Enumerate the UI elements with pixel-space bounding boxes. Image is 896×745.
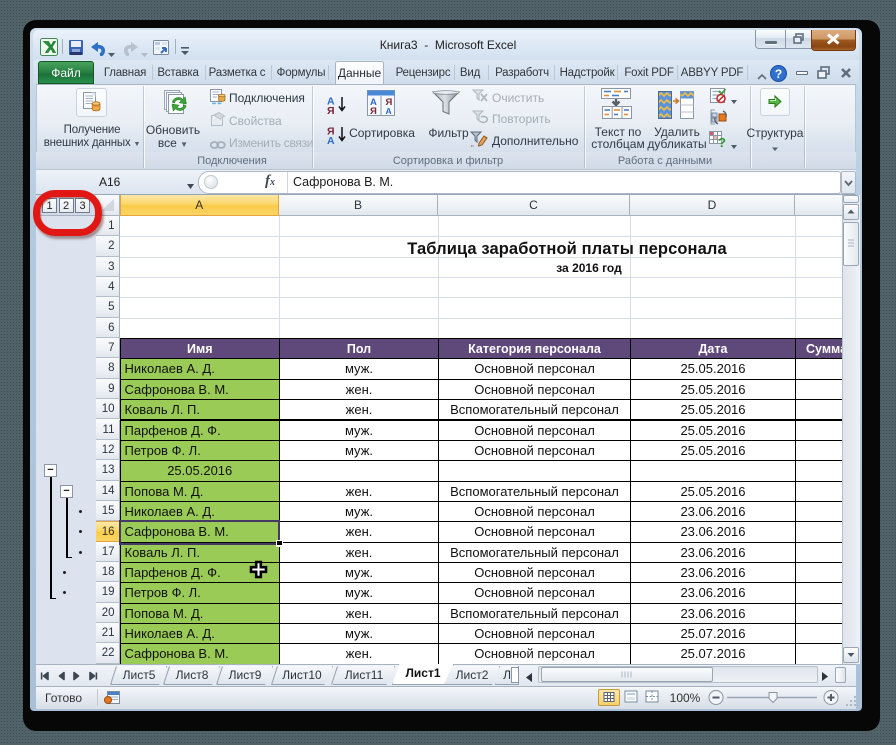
svg-text:?: ? <box>775 67 782 81</box>
svg-text:А: А <box>327 135 335 145</box>
svg-text:Я: Я <box>370 106 377 117</box>
svg-text:А: А <box>386 106 392 116</box>
svg-text:?: ? <box>718 135 726 148</box>
svg-text:Я: Я <box>327 105 335 115</box>
